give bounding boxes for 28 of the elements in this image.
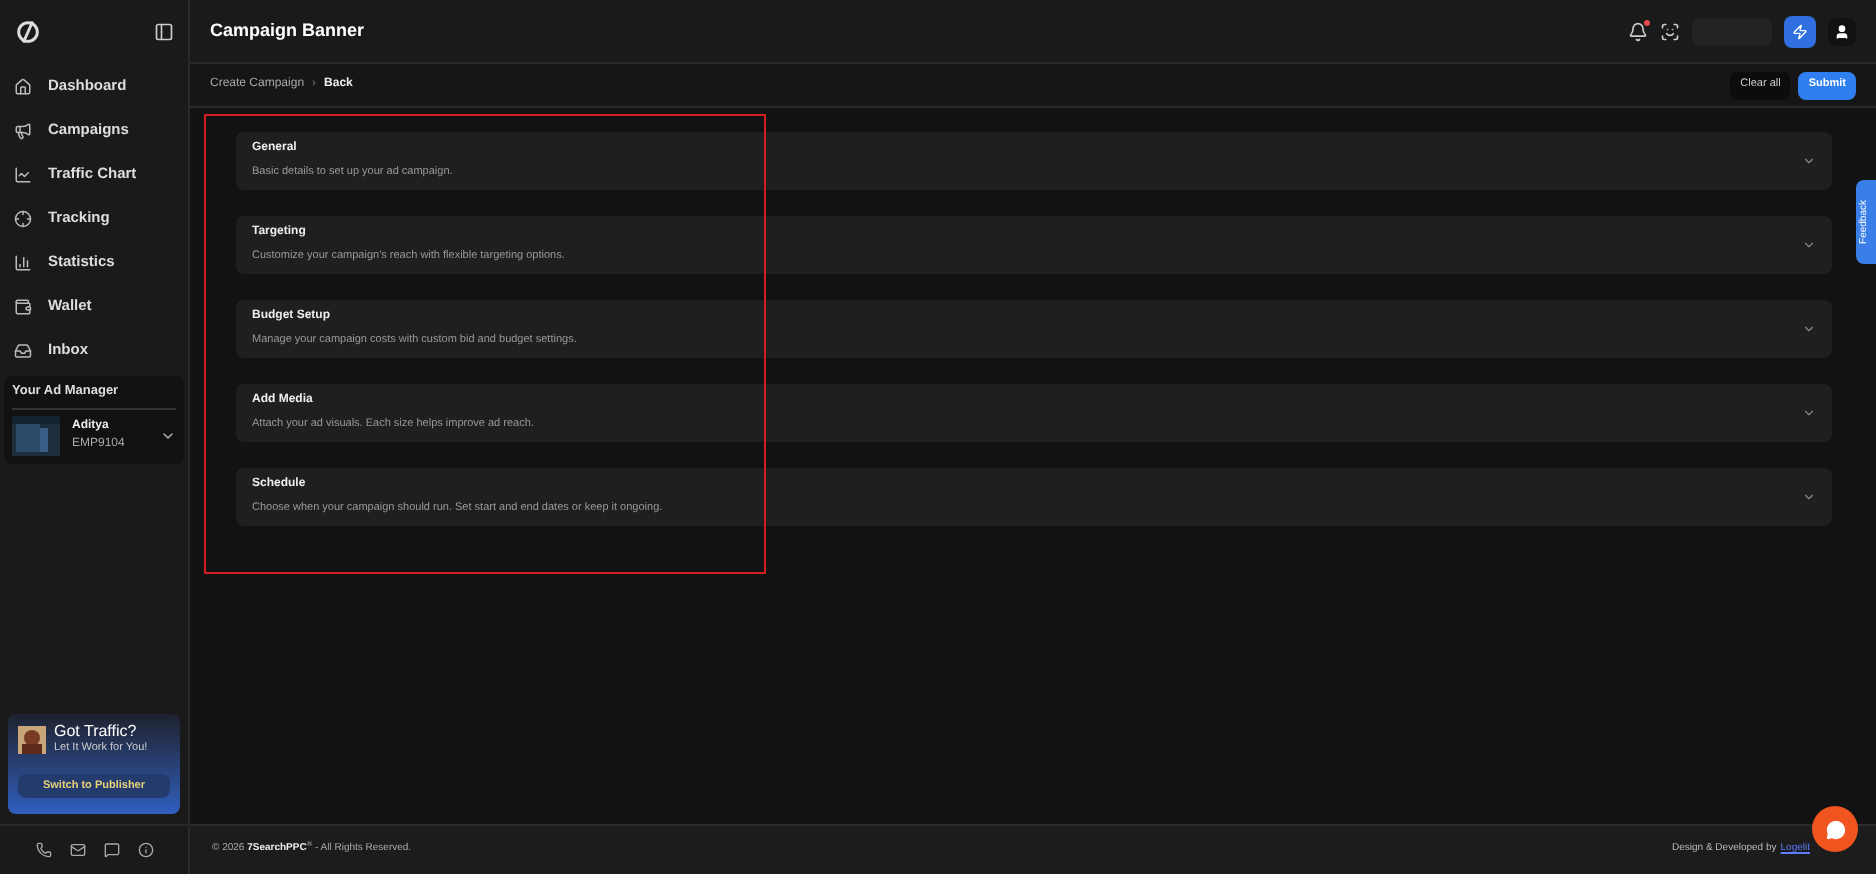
mail-icon[interactable] [69,842,85,858]
profile-button[interactable] [1828,17,1856,45]
bell-icon[interactable] [1628,21,1648,41]
scan-icon[interactable] [1660,21,1680,41]
sidebar-toggle-icon[interactable] [154,22,174,42]
crosshair-icon [14,209,32,227]
logo-icon[interactable] [14,18,42,46]
page-title: Campaign Banner [210,17,365,44]
inbox-icon [14,341,32,359]
boost-button[interactable] [1784,15,1816,47]
phone-icon[interactable] [35,842,51,858]
user-icon [1834,23,1850,39]
chat-icon [1825,819,1845,839]
chart-icon [14,165,32,183]
chevron-down-icon [1802,322,1816,336]
info-icon[interactable] [137,842,153,858]
chevron-down-icon [1802,238,1816,252]
chevron-down-icon [1802,490,1816,504]
bar-chart-icon [14,253,32,271]
chat-bubble-button[interactable] [1812,806,1858,852]
wallet-icon [14,297,32,315]
lightning-icon [1792,23,1808,39]
chat-icon[interactable] [103,842,119,858]
promo-title: Got Traffic? [54,724,139,740]
home-icon [14,77,32,95]
chevron-down-icon [1802,154,1816,168]
chevron-down-icon [1802,406,1816,420]
megaphone-icon [14,121,32,139]
